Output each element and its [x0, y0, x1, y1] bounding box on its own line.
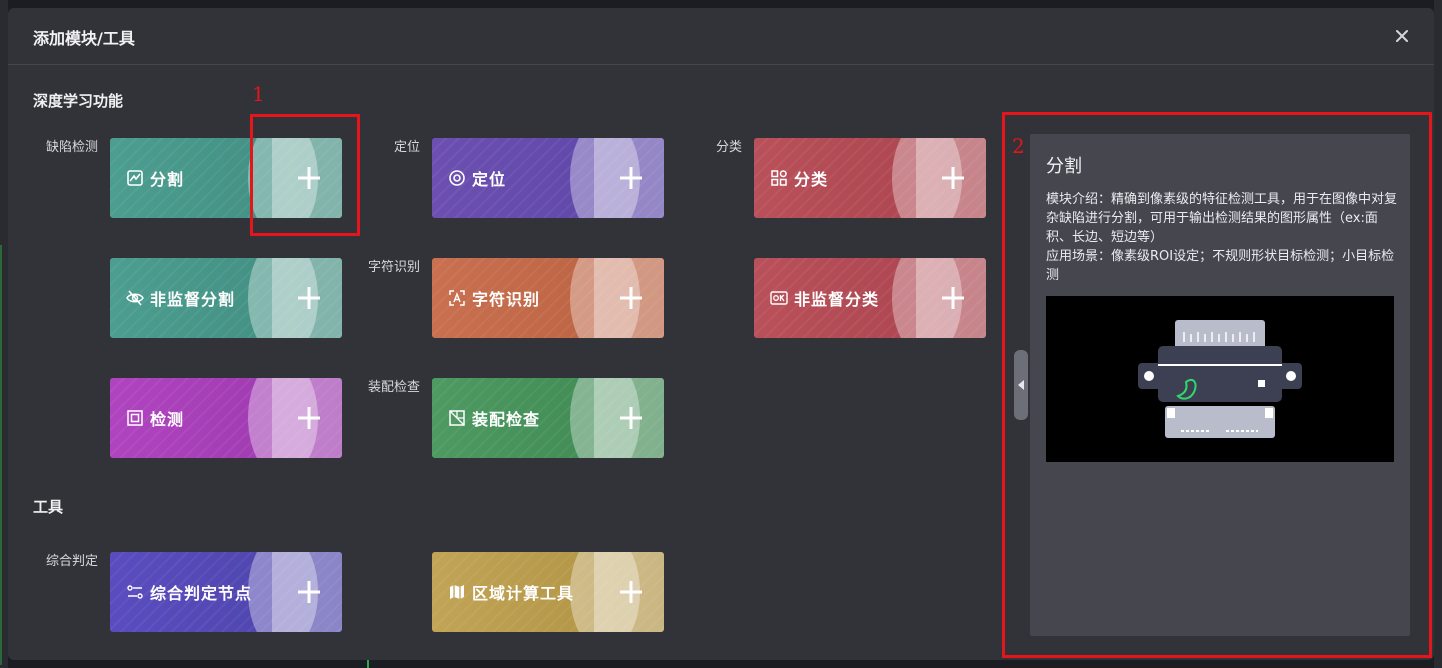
section-title-tools: 工具 [33, 498, 64, 516]
card-area-calc-tool[interactable]: 区域计算工具 [432, 552, 664, 632]
card-unsupervised-segmentation[interactable]: 非监督分割 [110, 258, 342, 338]
annotation-box-2 [1002, 112, 1432, 658]
plus-icon[interactable] [296, 405, 322, 431]
row-label-composite-judgment: 综合判定 [45, 554, 98, 569]
card-label: 非监督分类 [794, 290, 880, 309]
card-label: 字符识别 [472, 290, 541, 309]
card-label: 定位 [472, 170, 507, 189]
card-positioning[interactable]: 定位 [432, 138, 664, 218]
card-label: 分类 [794, 170, 829, 189]
row-label-char-recognition: 字符识别 [367, 260, 420, 275]
annotation-box-1 [250, 114, 360, 236]
background-app-right [1434, 0, 1442, 668]
card-label: 综合判定节点 [150, 584, 253, 603]
card-unsupervised-classification[interactable]: 非监督分类 [754, 258, 986, 338]
assembly-icon [448, 409, 466, 427]
close-button[interactable] [1390, 24, 1414, 48]
plus-icon[interactable] [618, 165, 644, 191]
card-label: 区域计算工具 [472, 584, 575, 603]
text-scan-icon [448, 289, 466, 307]
background-guide-line [0, 245, 2, 665]
target-icon [448, 169, 466, 187]
row-label-classification: 分类 [715, 140, 742, 155]
dialog-header: 添加模块/工具 [8, 8, 1434, 65]
sliders-icon [126, 583, 144, 601]
plus-icon[interactable] [296, 285, 322, 311]
plus-icon[interactable] [618, 405, 644, 431]
card-detection[interactable]: 检测 [110, 378, 342, 458]
plus-icon[interactable] [940, 285, 966, 311]
annotation-number-1: 1 [252, 82, 265, 106]
card-composite-node[interactable]: 综合判定节点 [110, 552, 342, 632]
section-title-deep-learning: 深度学习功能 [33, 92, 124, 110]
card-assembly-check[interactable]: 装配检查 [432, 378, 664, 458]
annotation-number-2: 2 [1012, 134, 1025, 158]
plus-icon[interactable] [296, 579, 322, 605]
card-label: 非监督分割 [150, 290, 236, 309]
card-label: 装配检查 [472, 410, 541, 429]
card-classification[interactable]: 分类 [754, 138, 986, 218]
row-label-assembly-check: 装配检查 [367, 380, 420, 395]
ok-badge-icon [770, 289, 788, 307]
plus-icon[interactable] [940, 165, 966, 191]
close-icon [1396, 30, 1408, 42]
card-label: 分割 [150, 170, 185, 189]
segmentation-icon [126, 169, 144, 187]
plus-icon[interactable] [618, 285, 644, 311]
map-icon [448, 583, 466, 601]
detection-frame-icon [126, 409, 144, 427]
grid-icon [770, 169, 788, 187]
row-label-defect-detection: 缺陷检测 [45, 140, 98, 155]
eye-off-icon [126, 289, 144, 307]
dialog-title: 添加模块/工具 [33, 29, 135, 48]
card-char-recognition[interactable]: 字符识别 [432, 258, 664, 338]
plus-icon[interactable] [618, 579, 644, 605]
card-label: 检测 [150, 410, 185, 429]
